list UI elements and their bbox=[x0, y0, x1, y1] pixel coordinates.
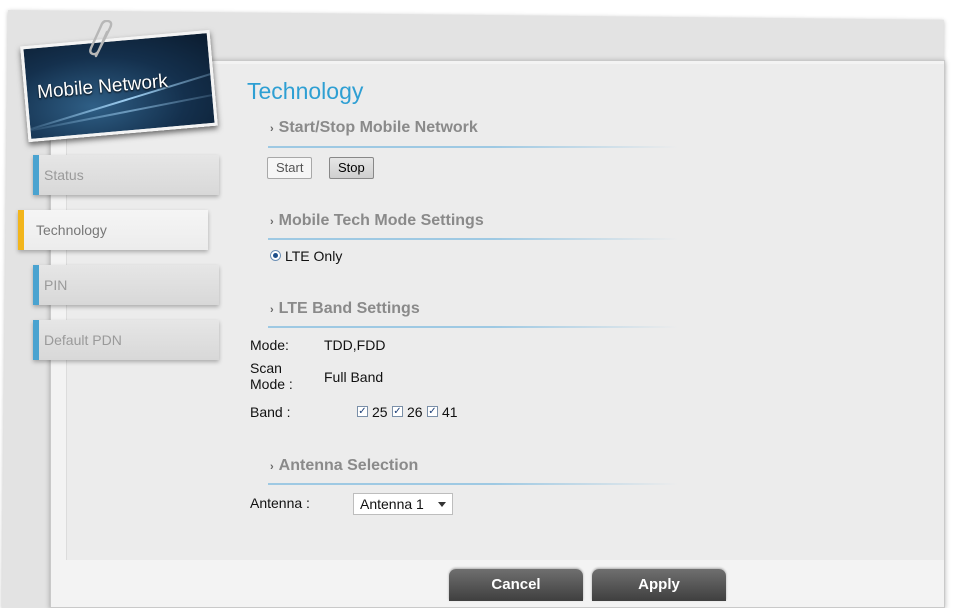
sidebar-item-default-pdn[interactable]: Default PDN bbox=[33, 320, 219, 360]
sidebar-item-label: Default PDN bbox=[44, 332, 122, 348]
sidebar-item-status[interactable]: Status bbox=[33, 155, 219, 195]
section-header-start-stop: › Start/Stop Mobile Network bbox=[270, 119, 478, 137]
section-divider bbox=[268, 483, 678, 485]
section-header-antenna: › Antenna Selection bbox=[270, 457, 418, 475]
mode-value: TDD,FDD bbox=[324, 337, 386, 353]
scan-mode-label: Scan bbox=[250, 360, 282, 376]
section-title: Start/Stop Mobile Network bbox=[278, 119, 478, 136]
section-title: LTE Band Settings bbox=[278, 300, 420, 317]
section-title: Antenna Selection bbox=[278, 457, 419, 474]
stop-button[interactable]: Stop bbox=[329, 157, 374, 179]
scan-mode-value: Full Band bbox=[324, 369, 384, 385]
badge-title: Mobile Network bbox=[36, 70, 169, 104]
section-header-lte-band: › LTE Band Settings bbox=[270, 300, 420, 318]
start-button[interactable]: Start bbox=[267, 157, 313, 179]
section-divider bbox=[268, 146, 678, 148]
chevron-right-icon: › bbox=[270, 123, 274, 135]
scan-mode-label: Mode : bbox=[250, 376, 293, 392]
checkbox-checked-icon[interactable]: ✓ bbox=[427, 406, 438, 417]
antenna-select[interactable]: Antenna 1 bbox=[353, 493, 453, 515]
sidebar-item-pin[interactable]: PIN bbox=[33, 265, 219, 305]
antenna-label: Antenna : bbox=[250, 495, 310, 511]
band-value: 41 bbox=[442, 404, 458, 420]
band-value: 25 bbox=[372, 404, 388, 420]
nav-marker bbox=[33, 155, 39, 195]
content-panel bbox=[66, 64, 944, 560]
sidebar-item-label: Status bbox=[44, 167, 84, 183]
sidebar-item-label: PIN bbox=[44, 277, 68, 293]
chevron-right-icon: › bbox=[270, 461, 274, 473]
cancel-button[interactable]: Cancel bbox=[449, 569, 583, 601]
section-divider bbox=[268, 238, 678, 240]
band-value: 26 bbox=[407, 404, 423, 420]
sidebar-item-label: Technology bbox=[36, 222, 107, 238]
nav-marker bbox=[33, 265, 39, 305]
lte-only-label: LTE Only bbox=[285, 248, 343, 264]
sidebar-item-technology[interactable]: Technology bbox=[18, 210, 208, 250]
radio-selected-icon[interactable] bbox=[270, 250, 281, 261]
nav-marker bbox=[33, 320, 39, 360]
chevron-right-icon: › bbox=[270, 216, 274, 228]
section-divider bbox=[268, 326, 678, 328]
antenna-select-value: Antenna 1 bbox=[360, 496, 424, 512]
checkbox-checked-icon[interactable]: ✓ bbox=[392, 406, 403, 417]
section-header-tech-mode: › Mobile Tech Mode Settings bbox=[270, 212, 484, 230]
band-label: Band : bbox=[250, 404, 291, 420]
nav-marker-active bbox=[18, 210, 24, 250]
section-title: Mobile Tech Mode Settings bbox=[278, 212, 484, 229]
checkbox-checked-icon[interactable]: ✓ bbox=[357, 406, 368, 417]
chevron-right-icon: › bbox=[270, 304, 274, 316]
mode-label: Mode: bbox=[250, 337, 289, 353]
page-title: Technology bbox=[247, 78, 364, 104]
apply-button[interactable]: Apply bbox=[592, 569, 726, 601]
paperclip-icon bbox=[89, 20, 113, 58]
dropdown-arrow-icon bbox=[438, 502, 446, 507]
